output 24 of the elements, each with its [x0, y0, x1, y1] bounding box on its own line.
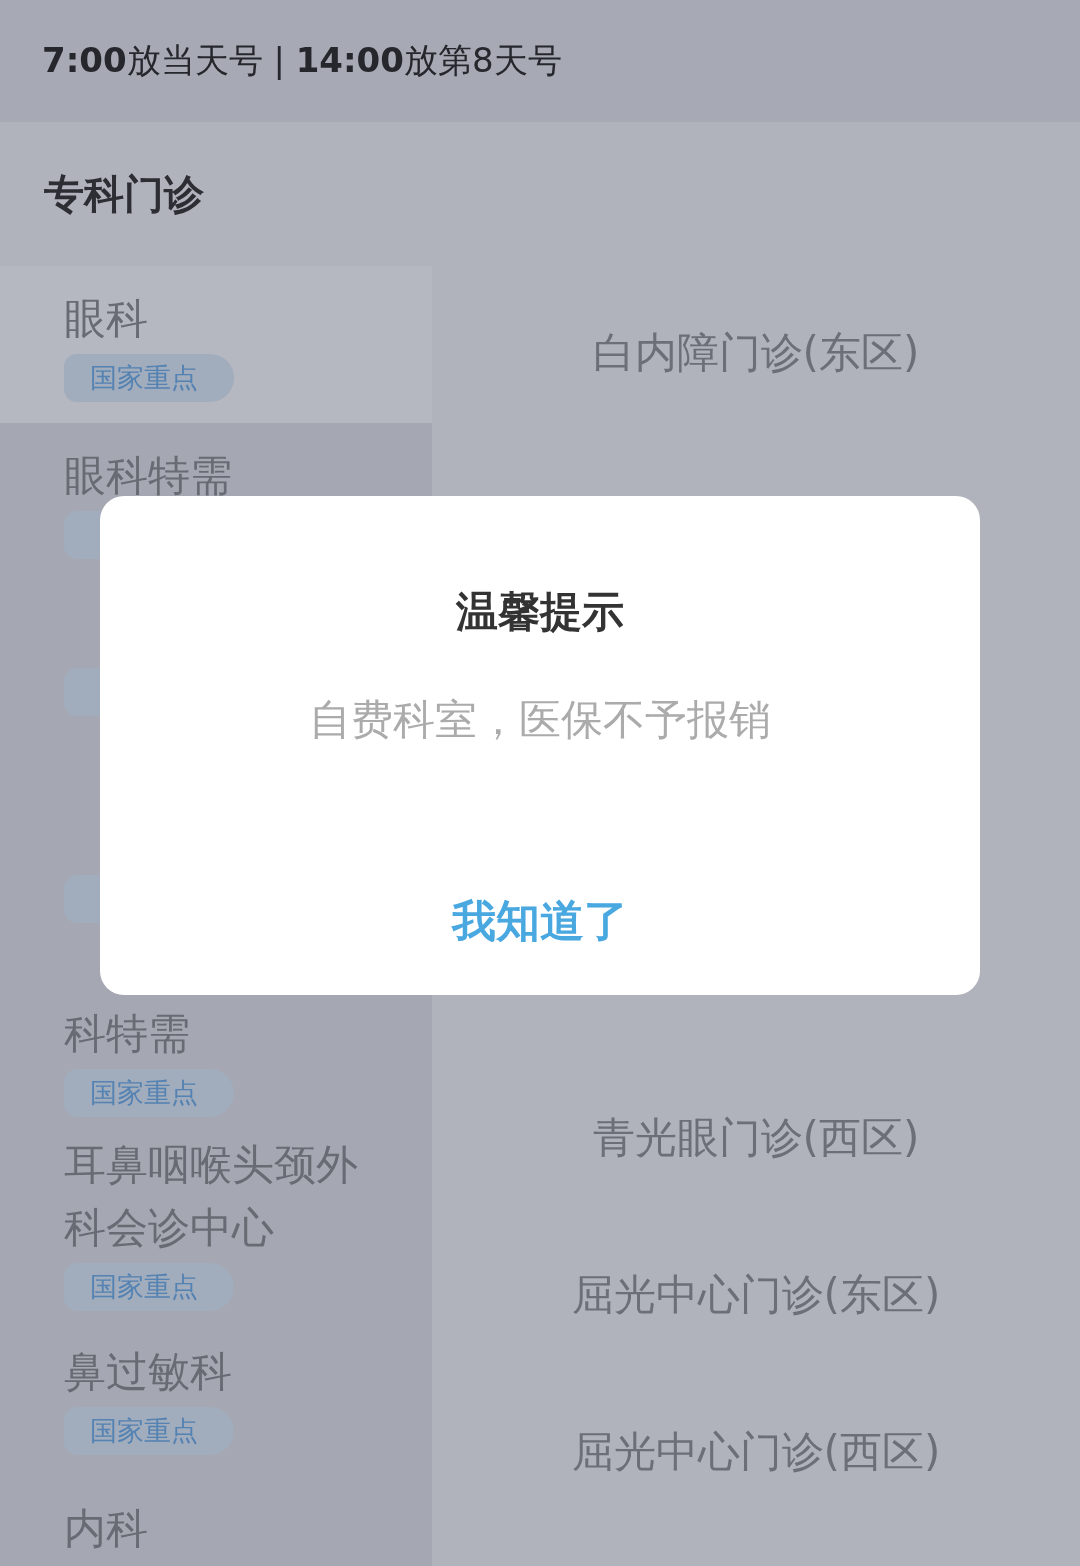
- dialog-message: 自费科室，医保不予报销: [309, 694, 771, 746]
- clinic-item[interactable]: 青光眼门诊(西区): [592, 1109, 920, 1166]
- key-tag: 国家重点: [64, 1263, 234, 1311]
- department-name: 科特需: [64, 1008, 191, 1060]
- department-item[interactable]: 内科: [0, 1476, 432, 1566]
- key-tag: 国家重点: [64, 354, 234, 402]
- department-name: 鼻过敏科: [64, 1346, 233, 1398]
- clinic-item[interactable]: 白内障门诊(东区): [592, 324, 920, 381]
- clinic-item[interactable]: 屈光中心门诊(西区): [571, 1423, 941, 1480]
- dialog-title: 温馨提示: [456, 586, 624, 638]
- release-time-notice: 7:00放当天号 | 14:00放第8天号: [42, 39, 562, 82]
- department-name: 科会诊中心: [64, 1202, 275, 1254]
- confirm-button[interactable]: 我知道了: [436, 888, 644, 955]
- key-tag: 国家重点: [64, 1069, 234, 1117]
- department-item[interactable]: 鼻过敏科 国家重点: [0, 1319, 432, 1476]
- clinic-item[interactable]: 屈光中心门诊(东区): [571, 1266, 941, 1323]
- department-item[interactable]: 眼科 国家重点: [0, 266, 432, 423]
- department-item[interactable]: 耳鼻咽喉头颈外 科会诊中心 国家重点: [0, 1125, 432, 1319]
- department-name: 眼科特需: [64, 450, 233, 502]
- key-tag: 国家重点: [64, 1407, 234, 1455]
- department-name: 眼科: [64, 293, 149, 345]
- department-name: 耳鼻咽喉头颈外: [64, 1139, 359, 1191]
- department-name: 内科: [64, 1503, 149, 1555]
- section-title: 专科门诊: [44, 169, 204, 219]
